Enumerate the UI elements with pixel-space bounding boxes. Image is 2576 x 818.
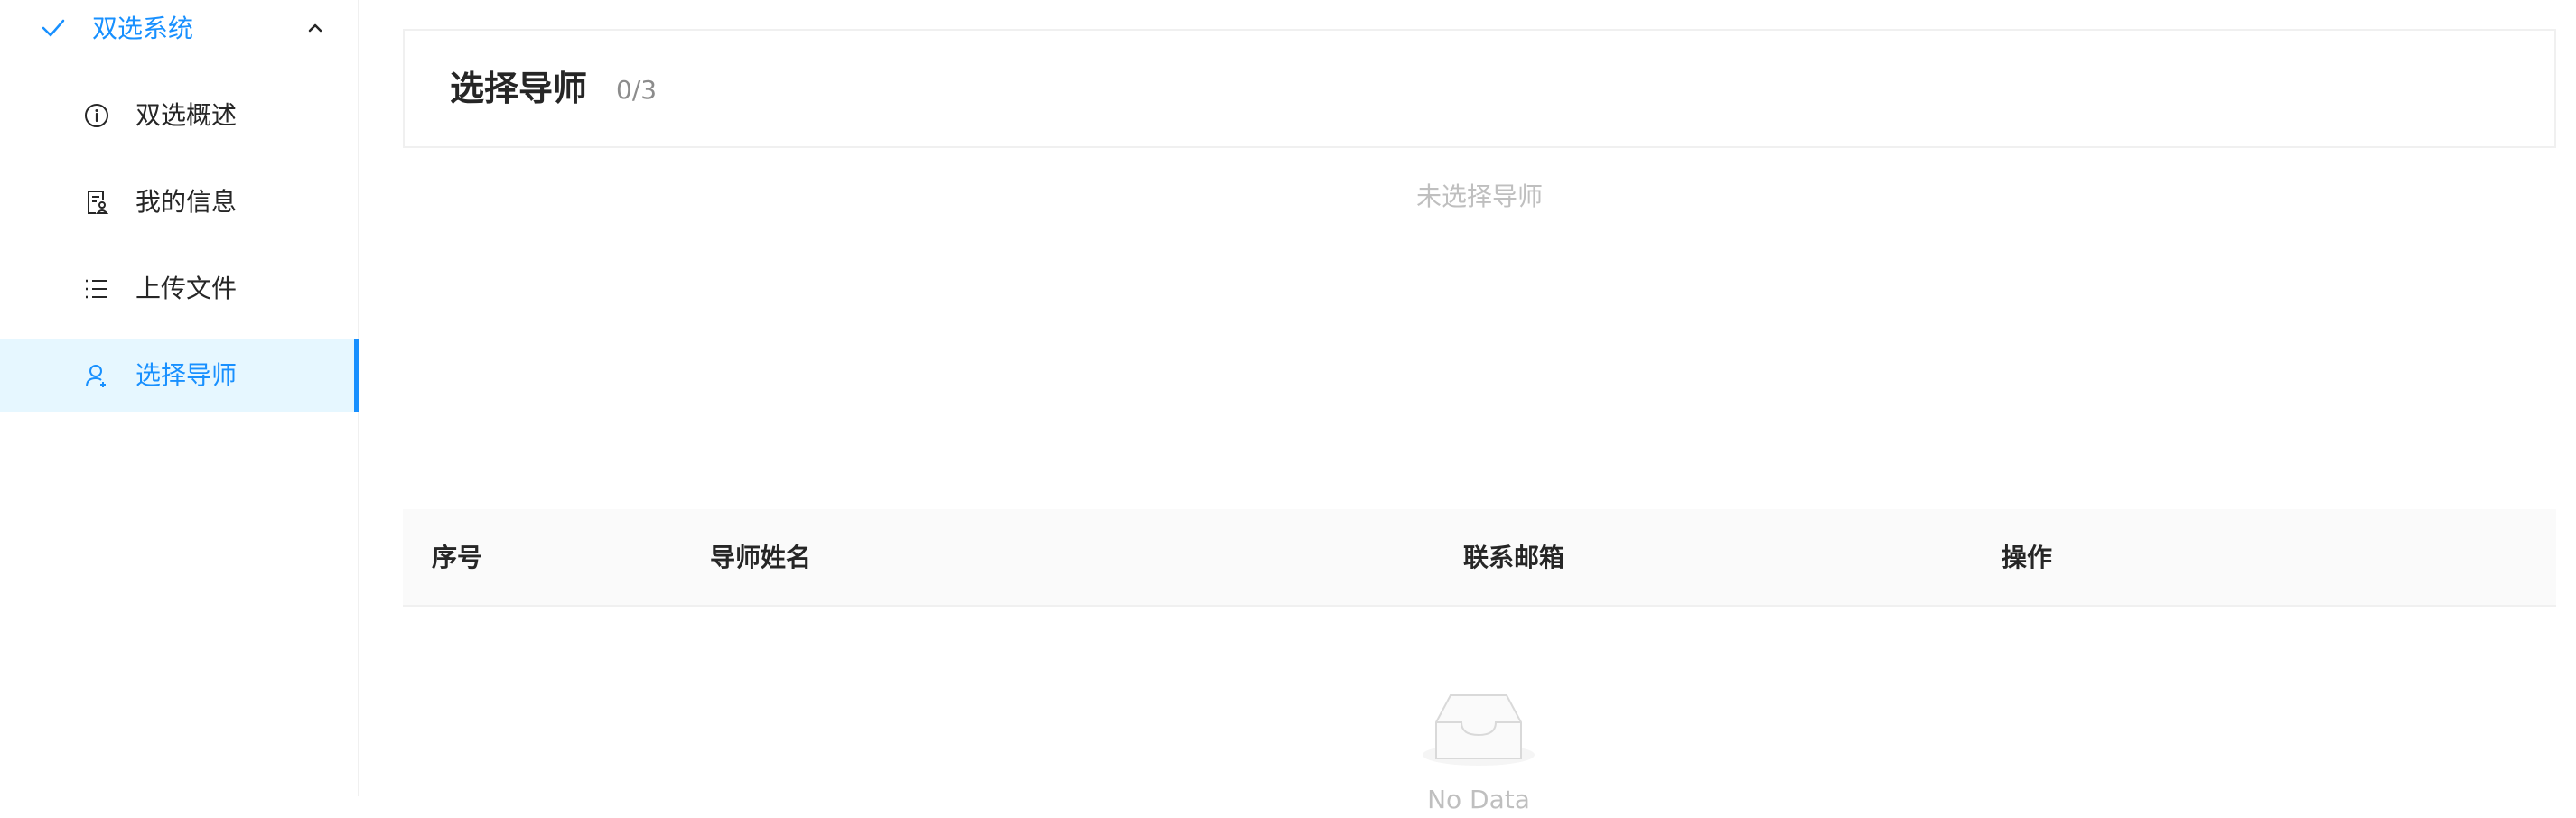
select-tutor-panel: 选择导师 0/3 bbox=[403, 29, 2556, 148]
no-tutor-selected-text: 未选择导师 bbox=[1415, 181, 1543, 211]
chevron-up-icon[interactable] bbox=[307, 20, 323, 36]
table-header: 序号 导师姓名 联系邮箱 操作 bbox=[403, 509, 2556, 607]
sidebar-item-label: 我的信息 bbox=[135, 187, 238, 217]
column-header-tutor-name: 导师姓名 bbox=[710, 543, 812, 572]
sidebar-item-my-info[interactable]: 我的信息 bbox=[0, 166, 358, 238]
sidebar-item-overview[interactable]: 双选概述 bbox=[0, 79, 358, 152]
sidebar-item-label: 双选概述 bbox=[135, 100, 238, 130]
sidebar-item-upload[interactable]: 上传文件 bbox=[0, 253, 358, 325]
list-icon bbox=[86, 279, 107, 299]
sidebar: 双选系统 双选概述 我的信息 上传文件 选择导师 bbox=[0, 0, 359, 796]
check-icon bbox=[42, 19, 65, 37]
info-circle-icon bbox=[85, 104, 108, 127]
submenu-label: 双选系统 bbox=[92, 14, 194, 43]
sidebar-item-select-tutor[interactable]: 选择导师 bbox=[0, 339, 359, 412]
no-data-text: No Data bbox=[1427, 785, 1530, 814]
profile-icon bbox=[88, 191, 109, 214]
column-header-actions: 操作 bbox=[2002, 543, 2053, 572]
column-header-email: 联系邮箱 bbox=[1463, 543, 1565, 572]
submenu-shuangxuan[interactable]: 双选系统 bbox=[0, 0, 358, 58]
selection-count: 0/3 bbox=[616, 75, 658, 105]
sidebar-item-label: 选择导师 bbox=[135, 360, 238, 390]
empty-inbox-icon bbox=[1423, 694, 1535, 766]
column-header-index: 序号 bbox=[432, 543, 483, 572]
user-icon bbox=[86, 365, 106, 387]
active-indicator bbox=[354, 339, 359, 412]
page-title: 选择导师 bbox=[450, 69, 588, 108]
sidebar-item-label: 上传文件 bbox=[135, 274, 238, 303]
